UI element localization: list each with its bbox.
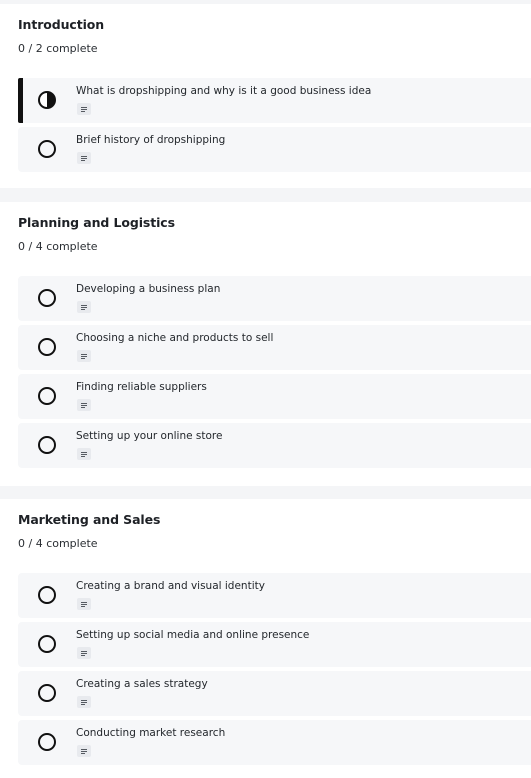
lesson-title: Setting up your online store bbox=[76, 430, 223, 442]
section-marketing-sales: Marketing and Sales 0 / 4 complete Creat… bbox=[0, 499, 531, 778]
lesson-title: Setting up social media and online prese… bbox=[76, 629, 310, 641]
section-progress: 0 / 4 complete bbox=[18, 240, 98, 253]
section-title: Planning and Logistics bbox=[18, 215, 175, 230]
lesson-title: Finding reliable suppliers bbox=[76, 381, 207, 393]
empty-circle-icon bbox=[38, 338, 56, 356]
lesson-title: What is dropshipping and why is it a goo… bbox=[76, 85, 372, 97]
empty-circle-icon bbox=[38, 684, 56, 702]
lesson-title: Developing a business plan bbox=[76, 283, 221, 295]
document-icon bbox=[77, 745, 91, 757]
lesson-item[interactable]: Creating a brand and visual identity bbox=[18, 573, 531, 618]
empty-circle-icon bbox=[38, 289, 56, 307]
document-icon bbox=[77, 696, 91, 708]
empty-circle-icon bbox=[38, 586, 56, 604]
section-title: Marketing and Sales bbox=[18, 512, 161, 527]
lesson-item[interactable]: Developing a business plan bbox=[18, 276, 531, 321]
document-icon bbox=[77, 598, 91, 610]
lesson-item[interactable]: Conducting market research bbox=[18, 720, 531, 765]
document-icon bbox=[77, 399, 91, 411]
empty-circle-icon bbox=[38, 635, 56, 653]
document-icon bbox=[77, 103, 91, 115]
lesson-title: Creating a sales strategy bbox=[76, 678, 208, 690]
lesson-item[interactable]: Setting up your online store bbox=[18, 423, 531, 468]
lesson-title: Creating a brand and visual identity bbox=[76, 580, 265, 592]
half-circle-progress-icon bbox=[38, 91, 56, 109]
empty-circle-icon bbox=[38, 733, 56, 751]
empty-circle-icon bbox=[38, 436, 56, 454]
section-planning-logistics: Planning and Logistics 0 / 4 complete De… bbox=[0, 202, 531, 486]
section-introduction: Introduction 0 / 2 complete What is drop… bbox=[0, 4, 531, 188]
empty-circle-icon bbox=[38, 140, 56, 158]
section-progress: 0 / 4 complete bbox=[18, 537, 98, 550]
lesson-item[interactable]: Creating a sales strategy bbox=[18, 671, 531, 716]
section-progress: 0 / 2 complete bbox=[18, 42, 98, 55]
section-title: Introduction bbox=[18, 17, 105, 32]
lesson-title: Brief history of dropshipping bbox=[76, 134, 226, 146]
document-icon bbox=[77, 448, 91, 460]
lesson-item[interactable]: Brief history of dropshipping bbox=[18, 127, 531, 172]
lesson-item[interactable]: Finding reliable suppliers bbox=[18, 374, 531, 419]
document-icon bbox=[77, 647, 91, 659]
lesson-title: Conducting market research bbox=[76, 727, 226, 739]
empty-circle-icon bbox=[38, 387, 56, 405]
document-icon bbox=[77, 152, 91, 164]
document-icon bbox=[77, 301, 91, 313]
lesson-item[interactable]: Choosing a niche and products to sell bbox=[18, 325, 531, 370]
lesson-item[interactable]: Setting up social media and online prese… bbox=[18, 622, 531, 667]
lesson-title: Choosing a niche and products to sell bbox=[76, 332, 274, 344]
lesson-item[interactable]: What is dropshipping and why is it a goo… bbox=[18, 78, 531, 123]
document-icon bbox=[77, 350, 91, 362]
